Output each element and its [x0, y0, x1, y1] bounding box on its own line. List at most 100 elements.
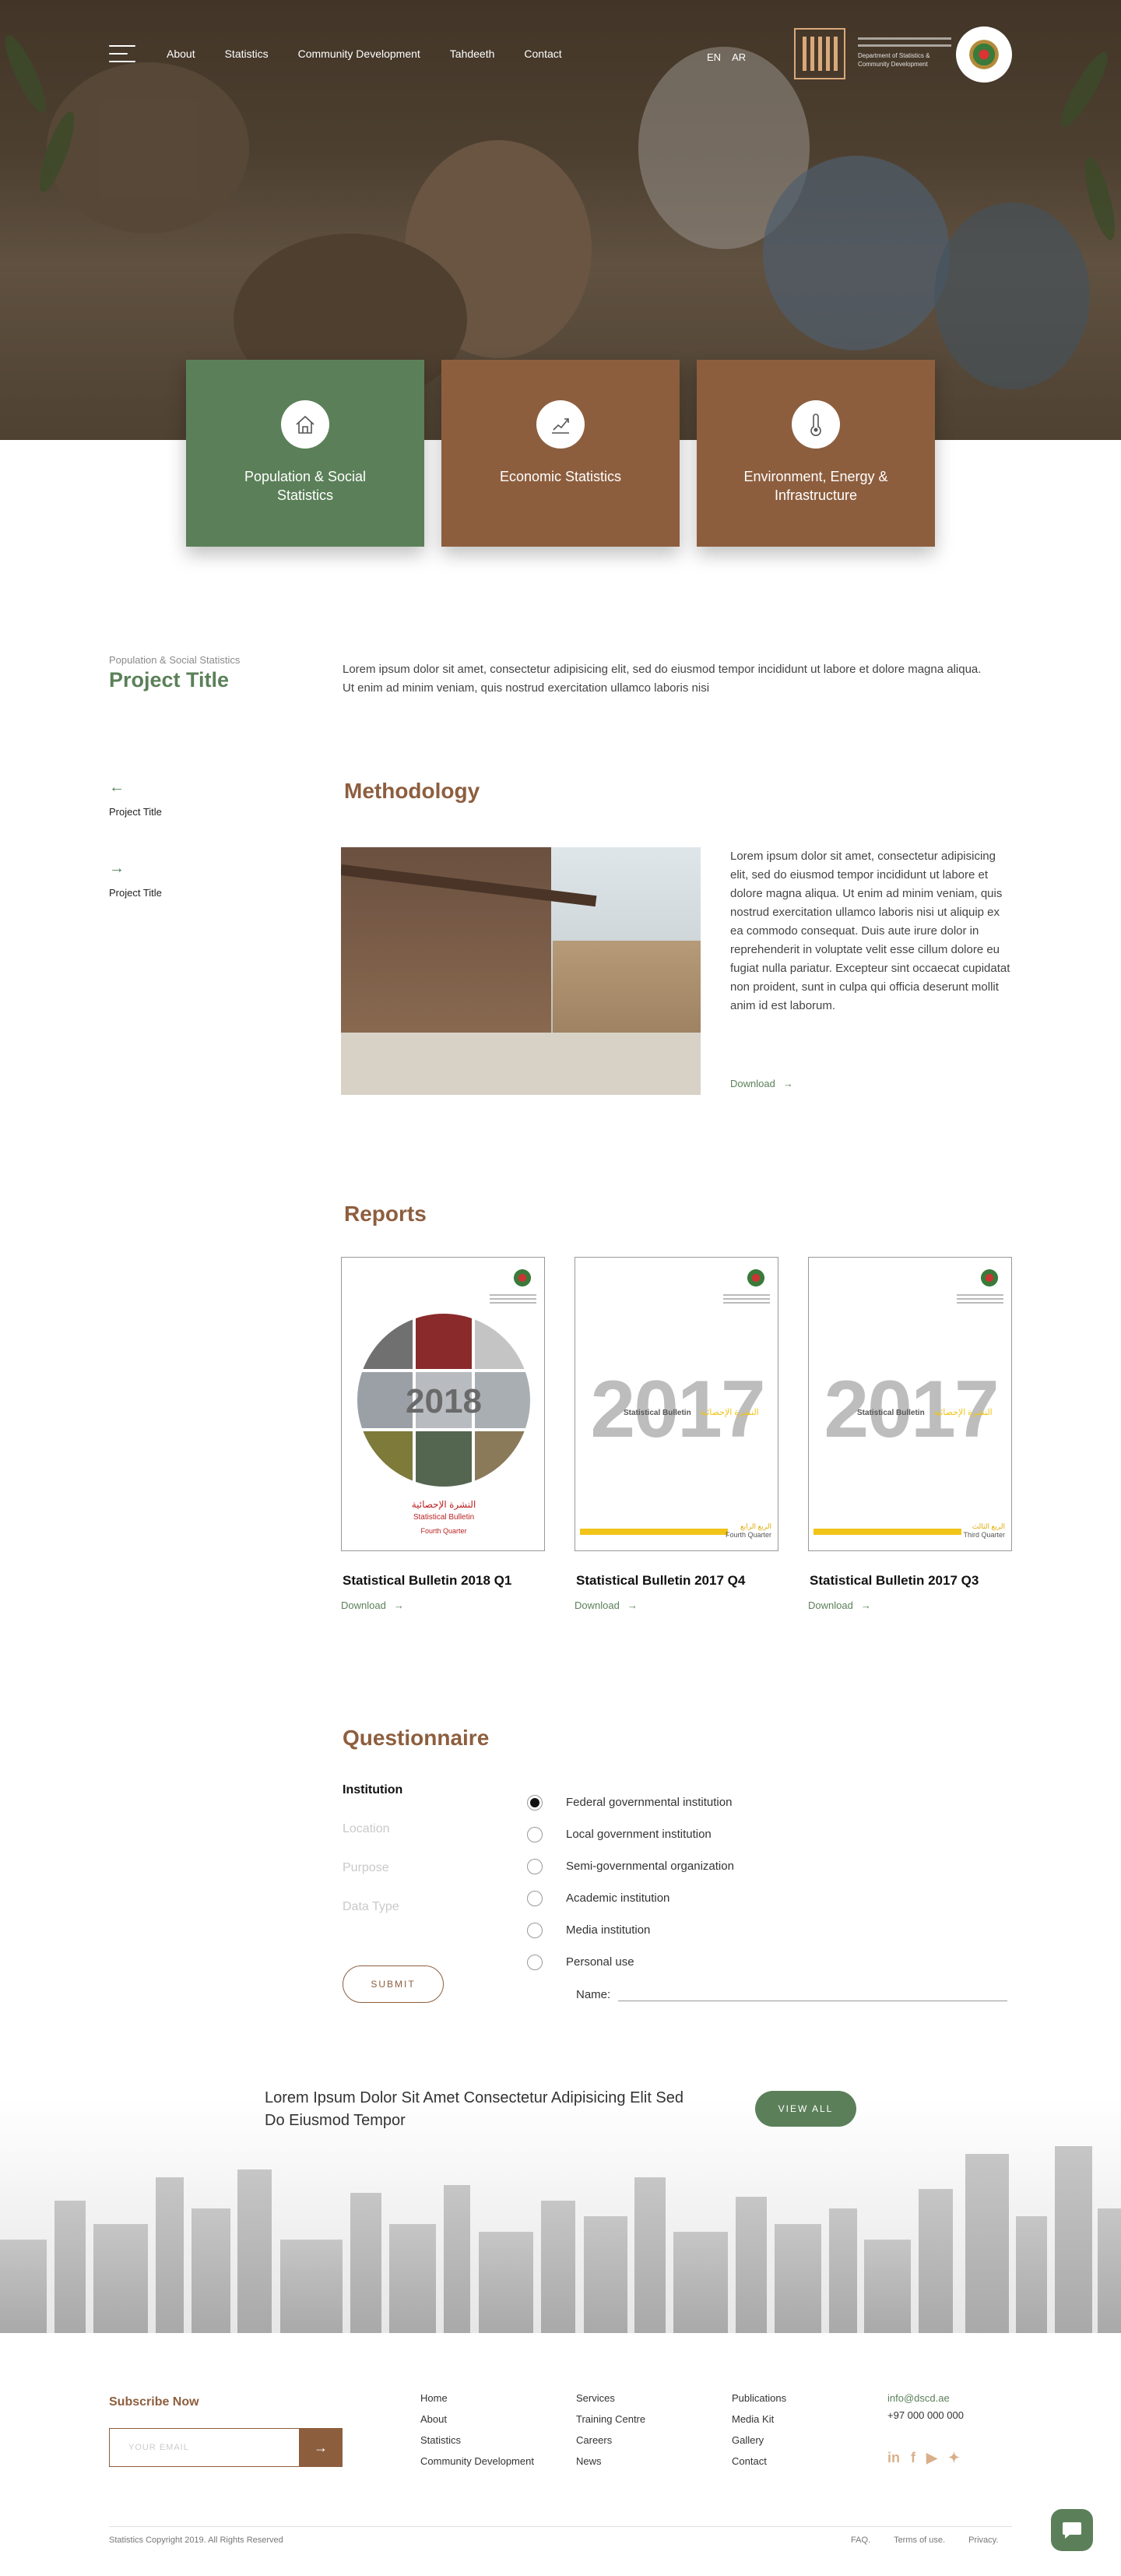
- house-icon: [281, 400, 329, 449]
- questionnaire-steps: Institution Location Purpose Data Type: [343, 1783, 402, 1939]
- menu-icon[interactable]: [109, 45, 135, 62]
- option-federal[interactable]: Federal governmental institution: [527, 1786, 734, 1818]
- footer-link-publications[interactable]: Publications: [732, 2392, 786, 2413]
- option-label: Local government institution: [566, 1828, 712, 1841]
- linkedin-icon[interactable]: in: [887, 2450, 900, 2466]
- radio-button[interactable]: [527, 1794, 543, 1811]
- report-download-link[interactable]: Download →: [575, 1599, 638, 1611]
- chat-button[interactable]: [1051, 2509, 1093, 2551]
- arrow-right-icon: →: [860, 1599, 871, 1611]
- footer-link-home[interactable]: Home: [420, 2392, 534, 2413]
- option-semi-governmental[interactable]: Semi-governmental organization: [527, 1850, 734, 1882]
- option-label: Personal use: [566, 1955, 634, 1969]
- chart-icon: [536, 400, 585, 449]
- email-input[interactable]: [109, 2428, 299, 2467]
- footer-link-careers[interactable]: Careers: [576, 2434, 645, 2455]
- contact-phone[interactable]: +97 000 000 000: [887, 2409, 964, 2421]
- download-label: Download: [341, 1599, 386, 1611]
- option-personal-use[interactable]: Personal use: [527, 1946, 734, 1978]
- option-media[interactable]: Media institution: [527, 1914, 734, 1946]
- arrow-right-icon: →: [109, 860, 125, 877]
- footer-link-media-kit[interactable]: Media Kit: [732, 2413, 786, 2434]
- radio-button[interactable]: [527, 1954, 543, 1970]
- radio-button[interactable]: [527, 1858, 543, 1874]
- category-cards: Population & Social Statistics Economic …: [186, 360, 935, 547]
- view-all-button[interactable]: VIEW ALL: [755, 2091, 856, 2127]
- nav-statistics[interactable]: Statistics: [225, 48, 269, 60]
- footer-link-training-centre[interactable]: Training Centre: [576, 2413, 645, 2434]
- report-title[interactable]: Statistical Bulletin 2017 Q4: [576, 1573, 778, 1589]
- dscd-logo[interactable]: [794, 28, 845, 79]
- main-nav: About Statistics Community Development T…: [109, 45, 592, 62]
- report-download-link[interactable]: Download →: [341, 1599, 404, 1611]
- footer-link-news[interactable]: News: [576, 2455, 645, 2476]
- step-institution[interactable]: Institution: [343, 1783, 402, 1822]
- project-description: Lorem ipsum dolor sit amet, consectetur …: [343, 663, 982, 695]
- government-emblem-logo[interactable]: [956, 26, 1012, 83]
- cover-title-en: Statistical Bulletin: [413, 1513, 475, 1522]
- report-cover-image[interactable]: 2017 Statistical Bulletin النشرة الإحصائ…: [575, 1257, 778, 1551]
- faq-link[interactable]: FAQ.: [851, 2536, 870, 2545]
- breadcrumb[interactable]: Population & Social Statistics: [109, 654, 240, 666]
- radio-button[interactable]: [527, 1890, 543, 1906]
- lang-ar[interactable]: AR: [732, 51, 746, 63]
- cover-title-en: Statistical Bulletin: [624, 1409, 691, 1417]
- footer-link-contact[interactable]: Contact: [732, 2455, 786, 2476]
- step-data-type[interactable]: Data Type: [343, 1900, 402, 1939]
- cover-title-ar: النشرة الإحصائية: [411, 1499, 476, 1510]
- download-label: Download: [808, 1599, 853, 1611]
- contact-email[interactable]: info@dscd.ae: [887, 2392, 964, 2409]
- arrow-right-icon: →: [782, 1078, 793, 1089]
- category-card-economic[interactable]: Economic Statistics: [441, 360, 680, 547]
- facebook-icon[interactable]: f: [911, 2450, 915, 2466]
- youtube-icon[interactable]: ▶: [926, 2450, 937, 2466]
- option-local[interactable]: Local government institution: [527, 1818, 734, 1850]
- twitter-icon[interactable]: ✦: [948, 2450, 960, 2466]
- report-cover-image[interactable]: 2017 Statistical Bulletin النشرة الإحصائ…: [808, 1257, 1012, 1551]
- privacy-link[interactable]: Privacy.: [968, 2536, 998, 2545]
- report-cover-image[interactable]: 2018 النشرة الإحصائية Statistical Bullet…: [341, 1257, 545, 1551]
- category-card-environment[interactable]: Environment, Energy & Infrastructure: [697, 360, 935, 547]
- report-title[interactable]: Statistical Bulletin 2018 Q1: [343, 1573, 545, 1589]
- category-card-population[interactable]: Population & Social Statistics: [186, 360, 424, 547]
- nav-community-development[interactable]: Community Development: [298, 48, 420, 60]
- institution-options: Federal governmental institution Local g…: [527, 1786, 734, 1978]
- next-project-link[interactable]: → Project Title: [109, 860, 162, 899]
- nav-tahdeeth[interactable]: Tahdeeth: [450, 48, 495, 60]
- name-input[interactable]: [618, 1986, 1008, 2001]
- arrow-right-icon: →: [314, 2439, 328, 2455]
- report-title[interactable]: Statistical Bulletin 2017 Q3: [810, 1573, 1012, 1589]
- footer-link-about[interactable]: About: [420, 2413, 534, 2434]
- download-label: Download: [730, 1078, 775, 1089]
- radio-button[interactable]: [527, 1922, 543, 1938]
- reports-heading: Reports: [344, 1202, 427, 1226]
- cover-year: 2018: [406, 1382, 482, 1420]
- previous-project-link[interactable]: ← Project Title: [109, 779, 162, 818]
- step-purpose[interactable]: Purpose: [343, 1861, 402, 1900]
- radio-button[interactable]: [527, 1826, 543, 1842]
- submit-button[interactable]: SUBMIT: [343, 1965, 444, 2003]
- footer-link-services[interactable]: Services: [576, 2392, 645, 2413]
- step-location[interactable]: Location: [343, 1822, 402, 1861]
- footer-link-gallery[interactable]: Gallery: [732, 2434, 786, 2455]
- option-label: Media institution: [566, 1923, 651, 1937]
- download-label: Download: [575, 1599, 620, 1611]
- footer-links-col3: Publications Media Kit Gallery Contact: [732, 2392, 786, 2476]
- footer-link-community-development[interactable]: Community Development: [420, 2455, 534, 2476]
- lang-en[interactable]: EN: [707, 51, 721, 63]
- cover-yellow-bar: [580, 1529, 728, 1535]
- methodology-download-link[interactable]: Download →: [730, 1078, 793, 1089]
- footer-link-statistics[interactable]: Statistics: [420, 2434, 534, 2455]
- nav-contact[interactable]: Contact: [524, 48, 561, 60]
- subscribe-submit-button[interactable]: →: [299, 2428, 343, 2467]
- social-links: in f ▶ ✦: [887, 2450, 960, 2466]
- cover-quarter-ar: الربع الرابع: [740, 1522, 771, 1530]
- report-download-link[interactable]: Download →: [808, 1599, 871, 1611]
- nav-about[interactable]: About: [167, 48, 195, 60]
- arrow-right-icon: →: [393, 1599, 404, 1611]
- previous-project-label: Project Title: [109, 806, 162, 818]
- option-academic[interactable]: Academic institution: [527, 1882, 734, 1914]
- legal-links: FAQ. Terms of use. Privacy.: [851, 2536, 998, 2545]
- terms-link[interactable]: Terms of use.: [894, 2536, 945, 2545]
- city-skyline-banner: [0, 2098, 1121, 2333]
